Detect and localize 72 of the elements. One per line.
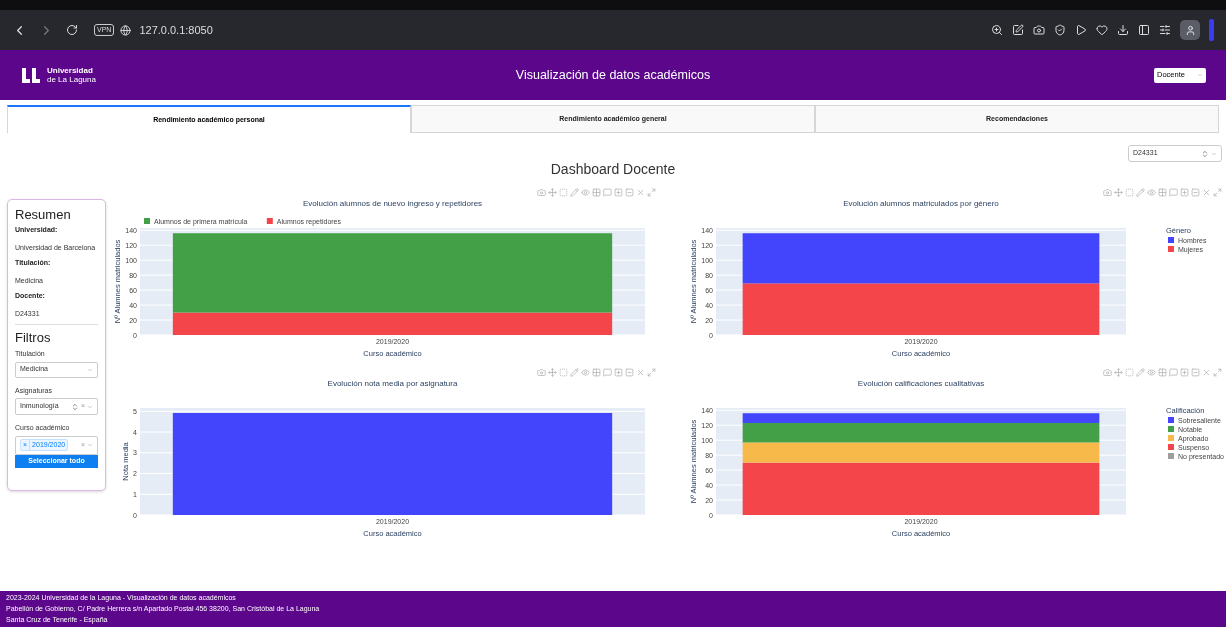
zoom-in-icon[interactable]	[614, 368, 623, 377]
pencil-icon[interactable]	[570, 188, 579, 197]
pencil-icon[interactable]	[570, 368, 579, 377]
shield-icon[interactable]	[1054, 24, 1066, 36]
close-icon[interactable]	[1202, 368, 1211, 377]
move-icon[interactable]	[1114, 188, 1123, 197]
chart-title: Evolución alumnos matriculados por género	[843, 199, 999, 208]
grid-icon[interactable]	[592, 188, 601, 197]
grid-icon[interactable]	[1158, 188, 1167, 197]
profile-icon[interactable]	[1180, 20, 1200, 40]
section-title: Resumen	[15, 208, 72, 222]
zoom-icon[interactable]	[991, 24, 1003, 36]
app-title: Visualización de datos académicos	[515, 66, 711, 84]
expand-icon[interactable]	[647, 188, 656, 197]
box-select-icon[interactable]	[1125, 368, 1134, 377]
caret-icon	[87, 403, 93, 410]
section-title: Filtros	[15, 331, 52, 345]
pencil-icon[interactable]	[1136, 368, 1145, 377]
close-icon[interactable]	[1202, 188, 1211, 197]
comment-icon[interactable]	[1169, 368, 1178, 377]
zoom-in-icon[interactable]	[614, 188, 623, 197]
zoom-out-icon[interactable]	[1191, 188, 1200, 197]
box-select-icon[interactable]	[1125, 188, 1134, 197]
zoom-out-icon[interactable]	[625, 188, 634, 197]
logo-text: de La Laguna	[47, 75, 96, 84]
sliders-icon[interactable]	[1159, 24, 1171, 36]
heart-icon[interactable]	[1096, 24, 1108, 36]
caret-icon	[1197, 72, 1203, 78]
box-select-icon[interactable]	[559, 368, 568, 377]
eye-icon[interactable]	[581, 368, 590, 377]
eye-icon[interactable]	[1147, 368, 1156, 377]
comment-icon[interactable]	[1169, 188, 1178, 197]
spinner-icon	[70, 402, 79, 411]
pencil-icon[interactable]	[1136, 188, 1145, 197]
logo-text: Universidad	[47, 66, 94, 75]
chart-title: Evolución nota media por asignatura	[327, 379, 458, 388]
zoom-out-icon[interactable]	[1191, 368, 1200, 377]
move-icon[interactable]	[548, 188, 557, 197]
send-icon[interactable]	[1075, 24, 1087, 36]
expand-icon[interactable]	[1213, 368, 1222, 377]
move-icon[interactable]	[1114, 368, 1123, 377]
zoom-in-icon[interactable]	[1180, 368, 1189, 377]
comment-icon[interactable]	[603, 188, 612, 197]
extension-icon	[1209, 19, 1214, 41]
caret-icon	[87, 366, 93, 373]
expand-icon[interactable]	[1213, 188, 1222, 197]
box-select-icon[interactable]	[559, 188, 568, 197]
chart-title: Evolución alumnos de nuevo ingreso y repetidores	[302, 199, 483, 208]
zoom-in-icon[interactable]	[1180, 188, 1189, 197]
expand-icon[interactable]	[647, 368, 656, 377]
eye-icon[interactable]	[581, 188, 590, 197]
globe-icon	[120, 24, 132, 36]
chart-title: Evolución calificaciones cualitativas	[857, 379, 985, 388]
grid-icon[interactable]	[1158, 368, 1167, 377]
comment-icon[interactable]	[603, 368, 612, 377]
grid-icon[interactable]	[592, 368, 601, 377]
camera-icon[interactable]	[1033, 24, 1045, 36]
edit-icon[interactable]	[1012, 24, 1024, 36]
logo-icon	[20, 67, 42, 83]
close-icon[interactable]	[636, 368, 645, 377]
spinner-icon	[1201, 149, 1209, 158]
caret-icon	[87, 442, 93, 448]
move-icon[interactable]	[548, 368, 557, 377]
sidebar-icon[interactable]	[1138, 24, 1150, 36]
zoom-out-icon[interactable]	[625, 368, 634, 377]
url-field[interactable]: 127.0.0.1:8050	[139, 21, 213, 39]
eye-icon[interactable]	[1147, 188, 1156, 197]
close-icon[interactable]	[636, 188, 645, 197]
caret-icon	[1211, 150, 1217, 157]
dashboard-title: Dashboard Docente	[550, 160, 676, 179]
reload-icon[interactable]	[66, 24, 78, 36]
download-icon[interactable]	[1117, 24, 1129, 36]
